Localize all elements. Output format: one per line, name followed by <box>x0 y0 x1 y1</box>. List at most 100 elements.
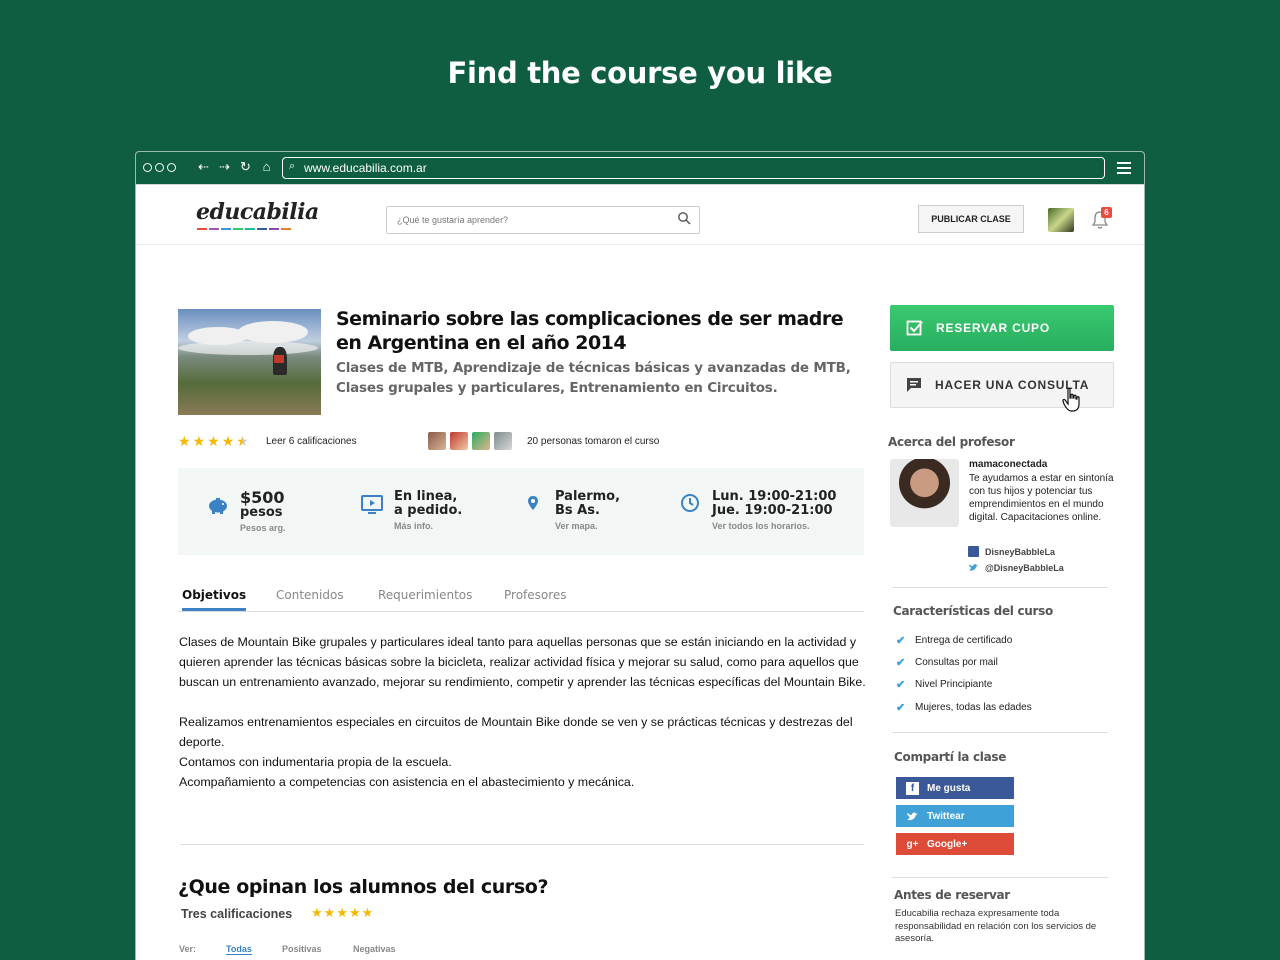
share-twitter-label: Twittear <box>927 810 965 822</box>
tab-requerimientos[interactable]: Requerimientos <box>378 588 472 602</box>
publish-class-button[interactable]: PUBLICAR CLASE <box>918 205 1024 233</box>
feature-item: ✔ Nivel Principiante <box>896 678 992 691</box>
page-headline: Find the course you like <box>447 56 833 90</box>
minimize-window-dot[interactable] <box>155 163 164 172</box>
window-controls <box>143 163 176 172</box>
price-info: $500 pesos Pesos arg. <box>206 490 286 533</box>
professor-photo[interactable] <box>890 459 959 527</box>
browser-window: ⇠ ⇢ ↻ ⌂ ⌕ www.educabilia.com.ar educabil… <box>135 151 1145 960</box>
course-image <box>178 309 321 415</box>
url-text: www.educabilia.com.ar <box>304 161 427 175</box>
course-subtitle: Clases de MTB, Aprendizaje de técnicas b… <box>336 360 851 396</box>
facebook-icon: f <box>906 781 919 795</box>
course-tabs: Objetivos Contenidos Requerimientos Prof… <box>178 584 864 612</box>
star-icon: ★ <box>361 905 374 920</box>
address-bar[interactable]: ⌕ www.educabilia.com.ar <box>282 157 1105 179</box>
user-avatar[interactable] <box>1048 208 1074 232</box>
sidebar-divider <box>892 877 1108 878</box>
filter-positivas[interactable]: Positivas <box>282 944 322 954</box>
check-icon: ✔ <box>896 702 906 714</box>
twitter-icon <box>907 811 918 820</box>
tab-contenidos[interactable]: Contenidos <box>276 588 344 602</box>
reviews-rating-stars: ★ ★ ★ ★ ★ <box>311 906 373 920</box>
location-info: Palermo, Bs As. Ver mapa. <box>521 490 620 531</box>
filter-todas[interactable]: Todas <box>226 944 252 955</box>
feature-item: ✔ Mujeres, todas las edades <box>896 701 1032 714</box>
feature-item: ✔ Entrega de certificado <box>896 634 1012 647</box>
forward-arrow-icon[interactable]: ⇢ <box>217 159 232 175</box>
read-ratings-link[interactable]: Leer 6 calificaciones <box>266 436 357 447</box>
mode-line1: En linea, <box>394 489 458 504</box>
before-reserve-text: Educabilia rechaza expresamente toda res… <box>895 908 1097 944</box>
student-avatars <box>428 432 512 450</box>
share-facebook-label: Me gusta <box>927 782 971 794</box>
students-count-text: 20 personas tomaron el curso <box>527 436 660 447</box>
site-logo[interactable]: educabilia <box>196 199 319 225</box>
browser-chrome: ⇠ ⇢ ↻ ⌂ ⌕ www.educabilia.com.ar <box>136 152 1144 185</box>
check-icon: ✔ <box>896 635 906 647</box>
professor-twitter-link[interactable]: @DisneyBabbleLa <box>968 562 1064 573</box>
schedule-line2: Jue. 19:00-21:00 <box>712 503 833 518</box>
feature-item: ✔ Consultas por mail <box>896 656 998 669</box>
star-icon: ★ <box>192 433 206 449</box>
mode-line2: a pedido. <box>394 503 463 518</box>
course-rating-stars: ★ ★ ★ ★ ★ <box>178 434 249 448</box>
star-icon: ★ <box>311 905 323 920</box>
reserve-button-label: RESERVAR CUPO <box>936 321 1050 335</box>
star-icon: ★ <box>348 905 361 920</box>
mode-info: En linea, a pedido. Más info. <box>360 490 462 531</box>
maximize-window-dot[interactable] <box>167 163 176 172</box>
features-heading: Características del curso <box>893 604 1053 618</box>
tab-profesores[interactable]: Profesores <box>504 588 567 602</box>
description-paragraph: Realizamos entrenamientos especiales en … <box>179 715 853 749</box>
professor-heading: Acerca del profesor <box>888 435 1015 449</box>
search-input[interactable]: ¿Qué te gustaría aprender? <box>386 206 700 234</box>
star-icon: ★ <box>221 433 235 449</box>
tab-objetivos[interactable]: Objetivos <box>182 588 247 611</box>
magnifier-icon[interactable] <box>677 211 691 225</box>
feature-label: Entrega de certificado <box>915 635 1013 646</box>
share-twitter-button[interactable]: Twittear <box>896 805 1014 827</box>
search-placeholder: ¿Qué te gustaría aprender? <box>397 215 509 225</box>
filter-label: Ver: <box>179 944 197 954</box>
course-info-box: $500 pesos Pesos arg. En linea, a pedido… <box>178 468 864 555</box>
share-facebook-button[interactable]: f Me gusta <box>896 777 1014 799</box>
location-note-link[interactable]: Ver mapa. <box>555 521 620 531</box>
google-plus-icon: g+ <box>906 838 919 850</box>
share-google-button[interactable]: g+ Google+ <box>896 833 1014 855</box>
check-icon: ✔ <box>896 679 906 691</box>
search-icon: ⌕ <box>289 160 296 172</box>
reserve-button[interactable]: RESERVAR CUPO <box>890 305 1114 351</box>
professor-facebook-link[interactable]: DisneyBabbleLa <box>968 546 1055 557</box>
student-avatar[interactable] <box>428 432 446 450</box>
home-icon[interactable]: ⌂ <box>259 159 274 175</box>
close-window-dot[interactable] <box>143 163 152 172</box>
schedule-info: Lun. 19:00-21:00 Jue. 19:00-21:00 Ver to… <box>678 490 836 531</box>
hand-cursor-icon <box>1062 387 1080 412</box>
feature-label: Consultas por mail <box>915 657 998 668</box>
student-avatar[interactable] <box>450 432 468 450</box>
share-google-label: Google+ <box>927 838 968 850</box>
location-line2: Bs As. <box>555 503 600 518</box>
price-unit: pesos <box>240 505 283 520</box>
student-avatar[interactable] <box>494 432 512 450</box>
schedule-line1: Lun. 19:00-21:00 <box>712 489 837 504</box>
share-heading: Compartí la clase <box>894 750 1007 764</box>
star-icon: ★ <box>336 905 348 920</box>
student-avatar[interactable] <box>472 432 490 450</box>
reload-icon[interactable]: ↻ <box>238 159 253 175</box>
menu-icon[interactable] <box>1117 162 1131 177</box>
back-arrow-icon[interactable]: ⇠ <box>196 159 211 175</box>
mode-note-link[interactable]: Más info. <box>394 521 462 531</box>
reviews-count: Tres calificaciones <box>181 907 293 921</box>
schedule-note-link[interactable]: Ver todos los horarios. <box>712 521 836 531</box>
browser-nav: ⇠ ⇢ ↻ ⌂ <box>196 159 274 175</box>
map-pin-icon <box>528 496 538 510</box>
professor-name[interactable]: mamaconectada <box>969 459 1047 470</box>
site-header: educabilia ¿Qué te gustaría aprender? PU… <box>136 185 1144 245</box>
feature-label: Mujeres, todas las edades <box>915 702 1032 713</box>
filter-negativas[interactable]: Negativas <box>353 944 396 954</box>
star-icon: ★ <box>207 433 220 449</box>
twitter-icon <box>968 564 979 571</box>
chat-bubble-icon <box>907 378 921 392</box>
